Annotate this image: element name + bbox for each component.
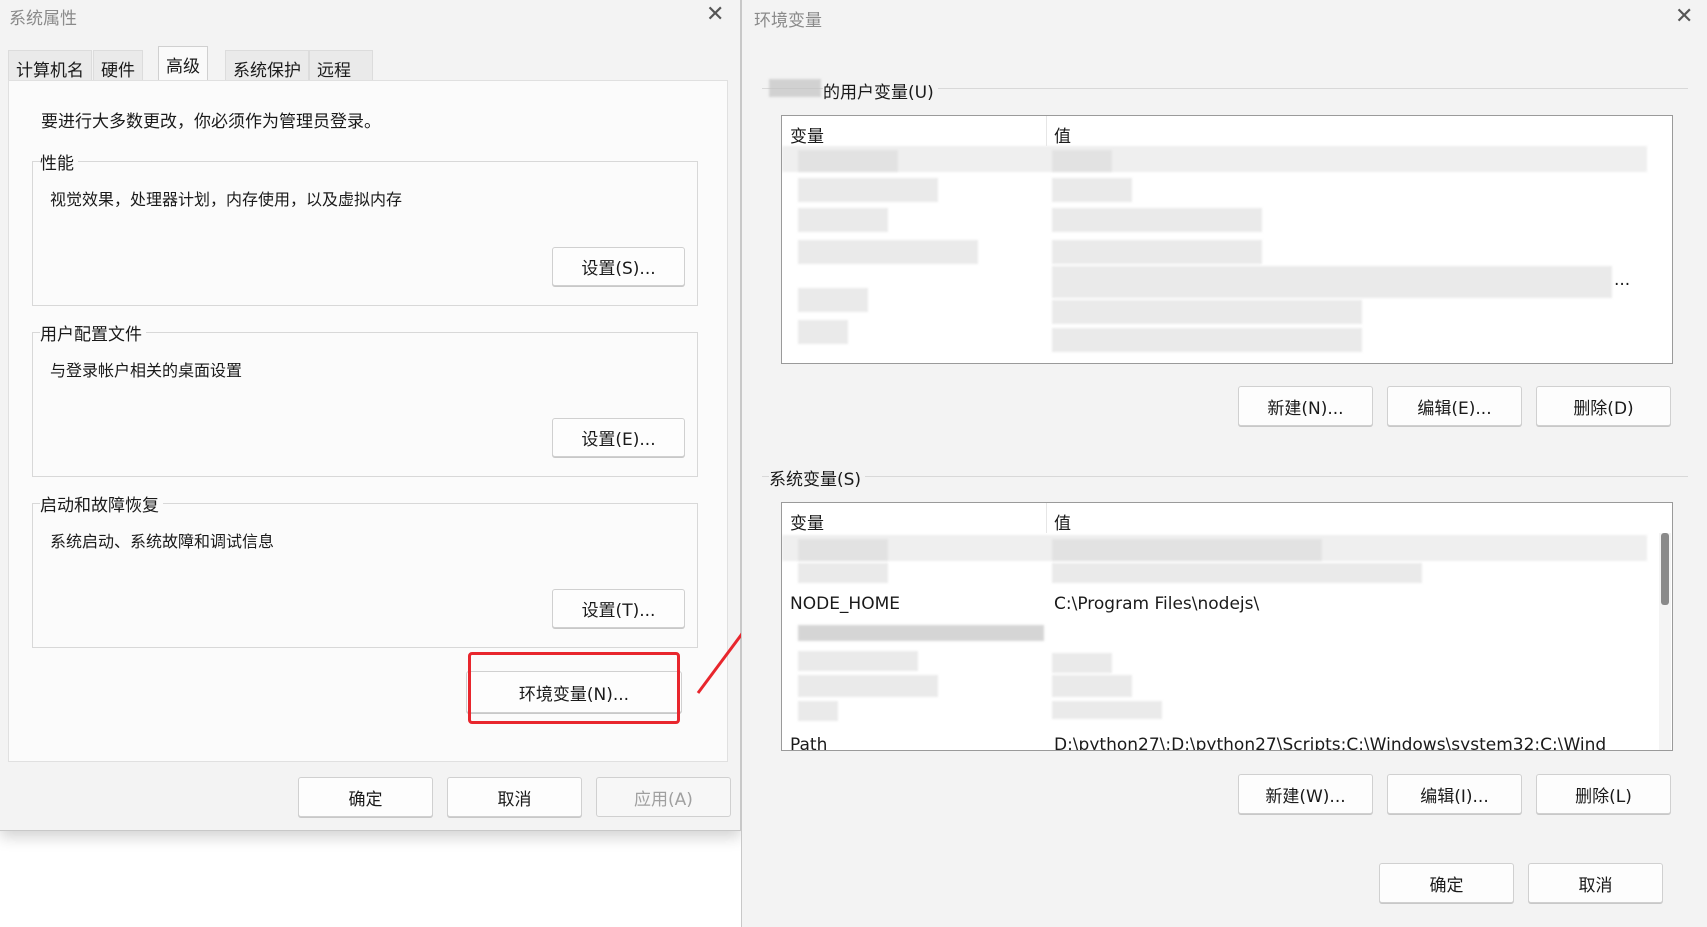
startup-recovery-label: 启动和故障恢复 [40, 491, 163, 516]
system-edit-button[interactable]: 编辑(I)... [1387, 774, 1522, 814]
performance-settings-button[interactable]: 设置(S)... [552, 247, 685, 286]
performance-group: 性能 视觉效果，处理器计划，内存使用，以及虚拟内存 设置(S)... [32, 149, 698, 306]
selected-row[interactable] [782, 146, 1647, 172]
redacted-text [798, 320, 848, 344]
redacted-text [798, 288, 868, 312]
close-icon[interactable]: ✕ [1675, 6, 1693, 28]
startup-recovery-group: 启动和故障恢复 系统启动、系统故障和调试信息 设置(T)... [32, 491, 698, 648]
redacted-text [798, 625, 1044, 641]
redacted-text [798, 651, 918, 671]
user-profiles-settings-button[interactable]: 设置(E)... [552, 418, 685, 457]
redacted-text [1052, 240, 1262, 264]
tab-hardware[interactable]: 硬件 [93, 50, 143, 81]
apply-button[interactable]: 应用(A) [596, 777, 731, 817]
tab-remote[interactable]: 远程 [309, 50, 373, 81]
tab-system-protection[interactable]: 系统保护 [225, 50, 309, 81]
redacted-text [1052, 178, 1132, 202]
user-edit-button[interactable]: 编辑(E)... [1387, 386, 1522, 426]
user-variables-list[interactable]: 变量 值 ... [781, 115, 1673, 364]
row-node-home-name[interactable]: NODE_HOME [790, 594, 900, 614]
column-header-variable: 变量 [790, 127, 824, 147]
tab-advanced[interactable]: 高级 [158, 46, 208, 80]
environment-variables-dialog: 环境变量 ✕ 的用户变量(U) 变量 值 ... 新建(N)... 编辑(E).… [741, 0, 1707, 927]
user-variables-label: 的用户变量(U) [823, 78, 938, 103]
truncation-ellipsis: ... [1614, 270, 1631, 290]
ok-button[interactable]: 确定 [298, 777, 433, 817]
startup-recovery-settings-button[interactable]: 设置(T)... [552, 589, 685, 628]
highlight-box [468, 652, 680, 724]
startup-recovery-desc: 系统启动、系统故障和调试信息 [50, 532, 275, 551]
system-delete-button[interactable]: 删除(L) [1536, 774, 1671, 814]
redacted-text [798, 701, 838, 721]
performance-desc: 视觉效果，处理器计划，内存使用，以及虚拟内存 [50, 190, 403, 209]
row-path-value[interactable]: D:\python27\;D:\python27\Scripts;C:\Wind… [1054, 735, 1606, 750]
redacted-text [1052, 653, 1112, 673]
column-header-value: 值 [1054, 514, 1071, 534]
user-profiles-group: 用户配置文件 与登录帐户相关的桌面设置 设置(E)... [32, 320, 698, 477]
redacted-text [1052, 539, 1322, 561]
redacted-text [798, 539, 888, 561]
user-profiles-desc: 与登录帐户相关的桌面设置 [50, 361, 243, 380]
redacted-text [1052, 208, 1262, 232]
row-path-name[interactable]: Path [790, 735, 827, 750]
admin-notice: 要进行大多数更改，你必须作为管理员登录。 [41, 112, 381, 132]
dialog-title: 环境变量 [754, 11, 822, 31]
tab-computer-name[interactable]: 计算机名 [8, 50, 92, 81]
cancel-button[interactable]: 取消 [447, 777, 582, 817]
cancel-button[interactable]: 取消 [1528, 863, 1663, 903]
row-node-home-value[interactable]: C:\Program Files\nodejs\ [1054, 594, 1259, 614]
column-header-value: 值 [1054, 127, 1071, 147]
redacted-text [798, 675, 938, 697]
redacted-text [1052, 266, 1612, 298]
system-new-button[interactable]: 新建(W)... [1238, 774, 1373, 814]
close-icon[interactable]: ✕ [706, 4, 724, 26]
column-header-variable: 变量 [790, 514, 824, 534]
scrollbar-thumb[interactable] [1661, 533, 1669, 605]
redacted-text [798, 150, 898, 172]
redacted-text [1052, 150, 1112, 172]
user-delete-button[interactable]: 删除(D) [1536, 386, 1671, 426]
system-variables-label: 系统变量(S) [769, 465, 866, 490]
ok-button[interactable]: 确定 [1379, 863, 1514, 903]
user-profiles-label: 用户配置文件 [40, 320, 146, 345]
dialog-title: 系统属性 [9, 9, 77, 29]
system-variables-list[interactable]: 变量 值 NODE_HOME C:\Program Files\nodejs\ … [781, 502, 1673, 751]
redacted-text [798, 178, 938, 202]
performance-label: 性能 [40, 149, 78, 174]
redacted-text [1052, 563, 1422, 583]
redacted-text [1052, 300, 1362, 324]
redacted-text [798, 240, 978, 264]
redacted-text [1052, 328, 1362, 352]
redacted-text [1052, 675, 1132, 697]
user-new-button[interactable]: 新建(N)... [1238, 386, 1373, 426]
redacted-text [798, 563, 888, 583]
redacted-text [798, 208, 888, 232]
redacted-username [769, 79, 821, 97]
redacted-text [1052, 701, 1162, 719]
